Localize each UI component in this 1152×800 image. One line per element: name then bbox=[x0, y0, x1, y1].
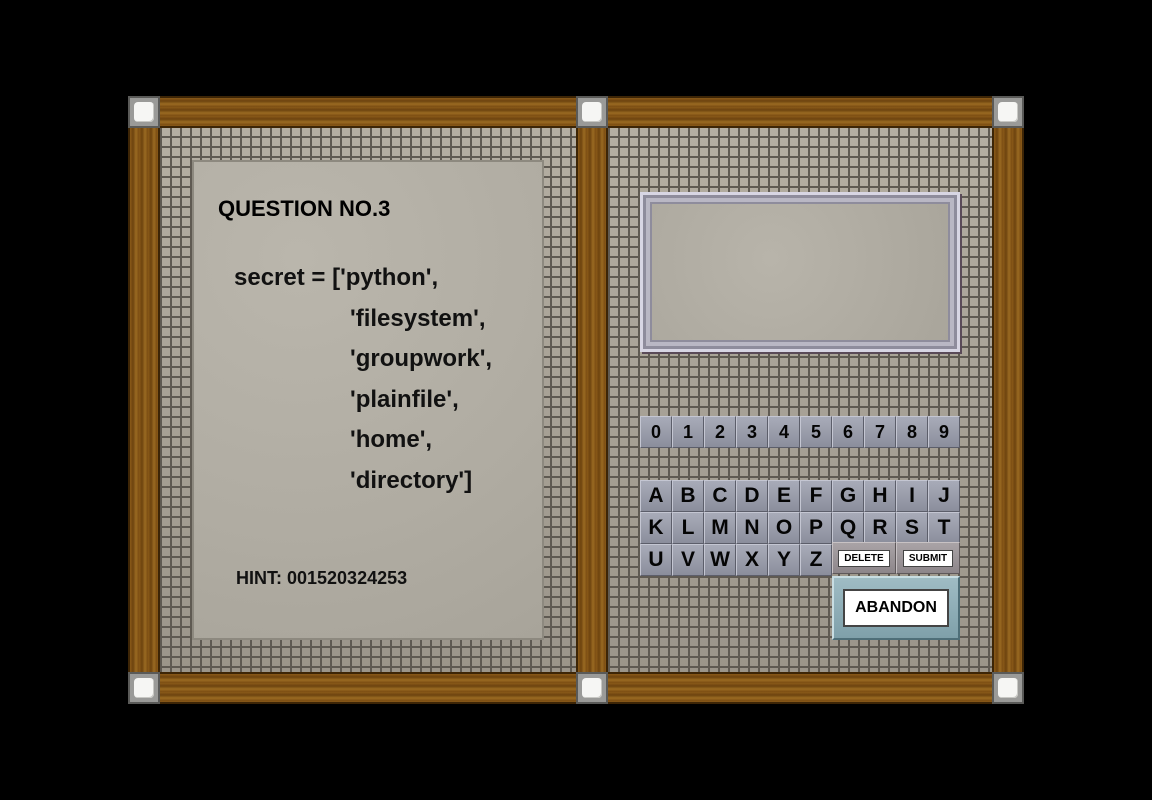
key-5[interactable]: 5 bbox=[800, 416, 832, 448]
corner-block bbox=[128, 96, 160, 128]
abandon-button-label: ABANDON bbox=[843, 589, 949, 627]
key-P[interactable]: P bbox=[800, 512, 832, 544]
key-W[interactable]: W bbox=[704, 544, 736, 576]
key-A[interactable]: A bbox=[640, 480, 672, 512]
answer-display-frame bbox=[640, 192, 960, 352]
code-line: 'filesystem', bbox=[350, 305, 486, 332]
frame-top-right bbox=[608, 96, 992, 128]
key-B[interactable]: B bbox=[672, 480, 704, 512]
key-N[interactable]: N bbox=[736, 512, 768, 544]
key-4[interactable]: 4 bbox=[768, 416, 800, 448]
key-H[interactable]: H bbox=[864, 480, 896, 512]
hint-text: HINT: 001520324253 bbox=[236, 568, 408, 588]
submit-button[interactable]: SUBMIT bbox=[896, 542, 960, 574]
corner-block bbox=[992, 672, 1024, 704]
key-R[interactable]: R bbox=[864, 512, 896, 544]
key-6[interactable]: 6 bbox=[832, 416, 864, 448]
key-F[interactable]: F bbox=[800, 480, 832, 512]
key-L[interactable]: L bbox=[672, 512, 704, 544]
code-line: 'directory'] bbox=[350, 467, 473, 494]
key-7[interactable]: 7 bbox=[864, 416, 896, 448]
key-V[interactable]: V bbox=[672, 544, 704, 576]
key-Y[interactable]: Y bbox=[768, 544, 800, 576]
question-title: QUESTION NO.3 bbox=[218, 196, 391, 221]
key-2[interactable]: 2 bbox=[704, 416, 736, 448]
key-9[interactable]: 9 bbox=[928, 416, 960, 448]
key-C[interactable]: C bbox=[704, 480, 736, 512]
key-M[interactable]: M bbox=[704, 512, 736, 544]
delete-button[interactable]: DELETE bbox=[832, 542, 896, 574]
corner-block bbox=[576, 672, 608, 704]
code-line: 'plainfile', bbox=[350, 386, 459, 413]
key-D[interactable]: D bbox=[736, 480, 768, 512]
key-Q[interactable]: Q bbox=[832, 512, 864, 544]
answer-display bbox=[650, 202, 950, 342]
frame-middle bbox=[576, 128, 608, 672]
frame-bottom-left bbox=[160, 672, 576, 704]
key-K[interactable]: K bbox=[640, 512, 672, 544]
corner-block bbox=[128, 672, 160, 704]
key-E[interactable]: E bbox=[768, 480, 800, 512]
corner-block bbox=[992, 96, 1024, 128]
question-panel: QUESTION NO.3 secret = ['python', 'files… bbox=[192, 160, 544, 640]
delete-button-label: DELETE bbox=[838, 549, 890, 567]
submit-button-label: SUBMIT bbox=[902, 549, 954, 567]
key-U[interactable]: U bbox=[640, 544, 672, 576]
key-O[interactable]: O bbox=[768, 512, 800, 544]
code-line: 'groupwork', bbox=[350, 345, 493, 372]
key-Z[interactable]: Z bbox=[800, 544, 832, 576]
key-T[interactable]: T bbox=[928, 512, 960, 544]
key-3[interactable]: 3 bbox=[736, 416, 768, 448]
frame-top-left bbox=[160, 96, 576, 128]
code-line: 'home', bbox=[350, 426, 433, 453]
game-board: QUESTION NO.3 secret = ['python', 'files… bbox=[128, 96, 1024, 704]
frame-left bbox=[128, 128, 160, 672]
frame-bottom-right bbox=[608, 672, 992, 704]
key-I[interactable]: I bbox=[896, 480, 928, 512]
key-J[interactable]: J bbox=[928, 480, 960, 512]
key-S[interactable]: S bbox=[896, 512, 928, 544]
key-1[interactable]: 1 bbox=[672, 416, 704, 448]
abandon-button[interactable]: ABANDON bbox=[832, 576, 960, 640]
frame-right bbox=[992, 128, 1024, 672]
code-line: secret = ['python', bbox=[234, 264, 439, 291]
key-0[interactable]: 0 bbox=[640, 416, 672, 448]
key-X[interactable]: X bbox=[736, 544, 768, 576]
corner-block bbox=[576, 96, 608, 128]
key-G[interactable]: G bbox=[832, 480, 864, 512]
key-8[interactable]: 8 bbox=[896, 416, 928, 448]
